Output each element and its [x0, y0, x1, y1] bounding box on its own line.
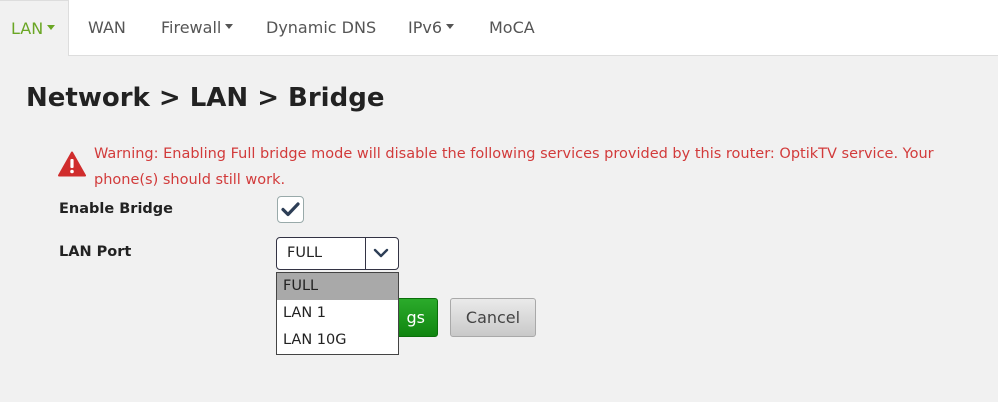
tab-moca-label: MoCA	[489, 18, 535, 37]
dropdown-option-lan-1[interactable]: LAN 1	[277, 300, 398, 327]
lan-port-label: LAN Port	[59, 244, 132, 260]
lan-port-selected-value: FULL	[287, 245, 323, 261]
warning-message: Warning: Enabling Full bridge mode will …	[94, 146, 934, 188]
tab-ipv6-label: IPv6	[408, 18, 443, 37]
dropdown-option-full[interactable]: FULL	[277, 273, 398, 300]
tab-firewall-label: Firewall	[161, 18, 222, 37]
lan-port-dropdown-list: FULL LAN 1 LAN 10G	[276, 272, 399, 355]
tab-firewall[interactable]: Firewall	[161, 0, 234, 56]
top-navigation: LAN WAN Firewall Dynamic DNS IPv6 MoCA	[0, 0, 998, 57]
chevron-down-icon	[225, 24, 234, 29]
tab-wan-label: WAN	[88, 18, 126, 37]
chevron-down-icon	[373, 248, 389, 258]
dropdown-option-lan-10g[interactable]: LAN 10G	[277, 327, 398, 354]
enable-bridge-label: Enable Bridge	[59, 201, 174, 217]
tab-lan-label: LAN	[11, 19, 44, 38]
tab-moca[interactable]: MoCA	[489, 0, 535, 56]
tab-dynamic-dns[interactable]: Dynamic DNS	[266, 0, 376, 56]
enable-bridge-checkbox[interactable]	[277, 196, 304, 223]
tab-dynamic-dns-label: Dynamic DNS	[266, 18, 377, 37]
save-button-label: gs	[406, 308, 426, 327]
tab-wan[interactable]: WAN	[88, 0, 126, 56]
chevron-down-icon	[446, 24, 455, 29]
cancel-button[interactable]: Cancel	[450, 298, 536, 337]
select-divider	[365, 238, 366, 269]
tab-lan[interactable]: LAN	[0, 0, 69, 57]
page-title: Network > LAN > Bridge	[26, 83, 385, 113]
lan-port-select[interactable]: FULL	[276, 237, 399, 270]
main-content: Network > LAN > Bridge Warning: Enabling…	[0, 56, 998, 402]
checkmark-icon	[281, 202, 300, 217]
tab-ipv6[interactable]: IPv6	[408, 0, 455, 56]
chevron-down-icon	[47, 25, 56, 30]
warning-triangle-icon	[58, 151, 86, 177]
